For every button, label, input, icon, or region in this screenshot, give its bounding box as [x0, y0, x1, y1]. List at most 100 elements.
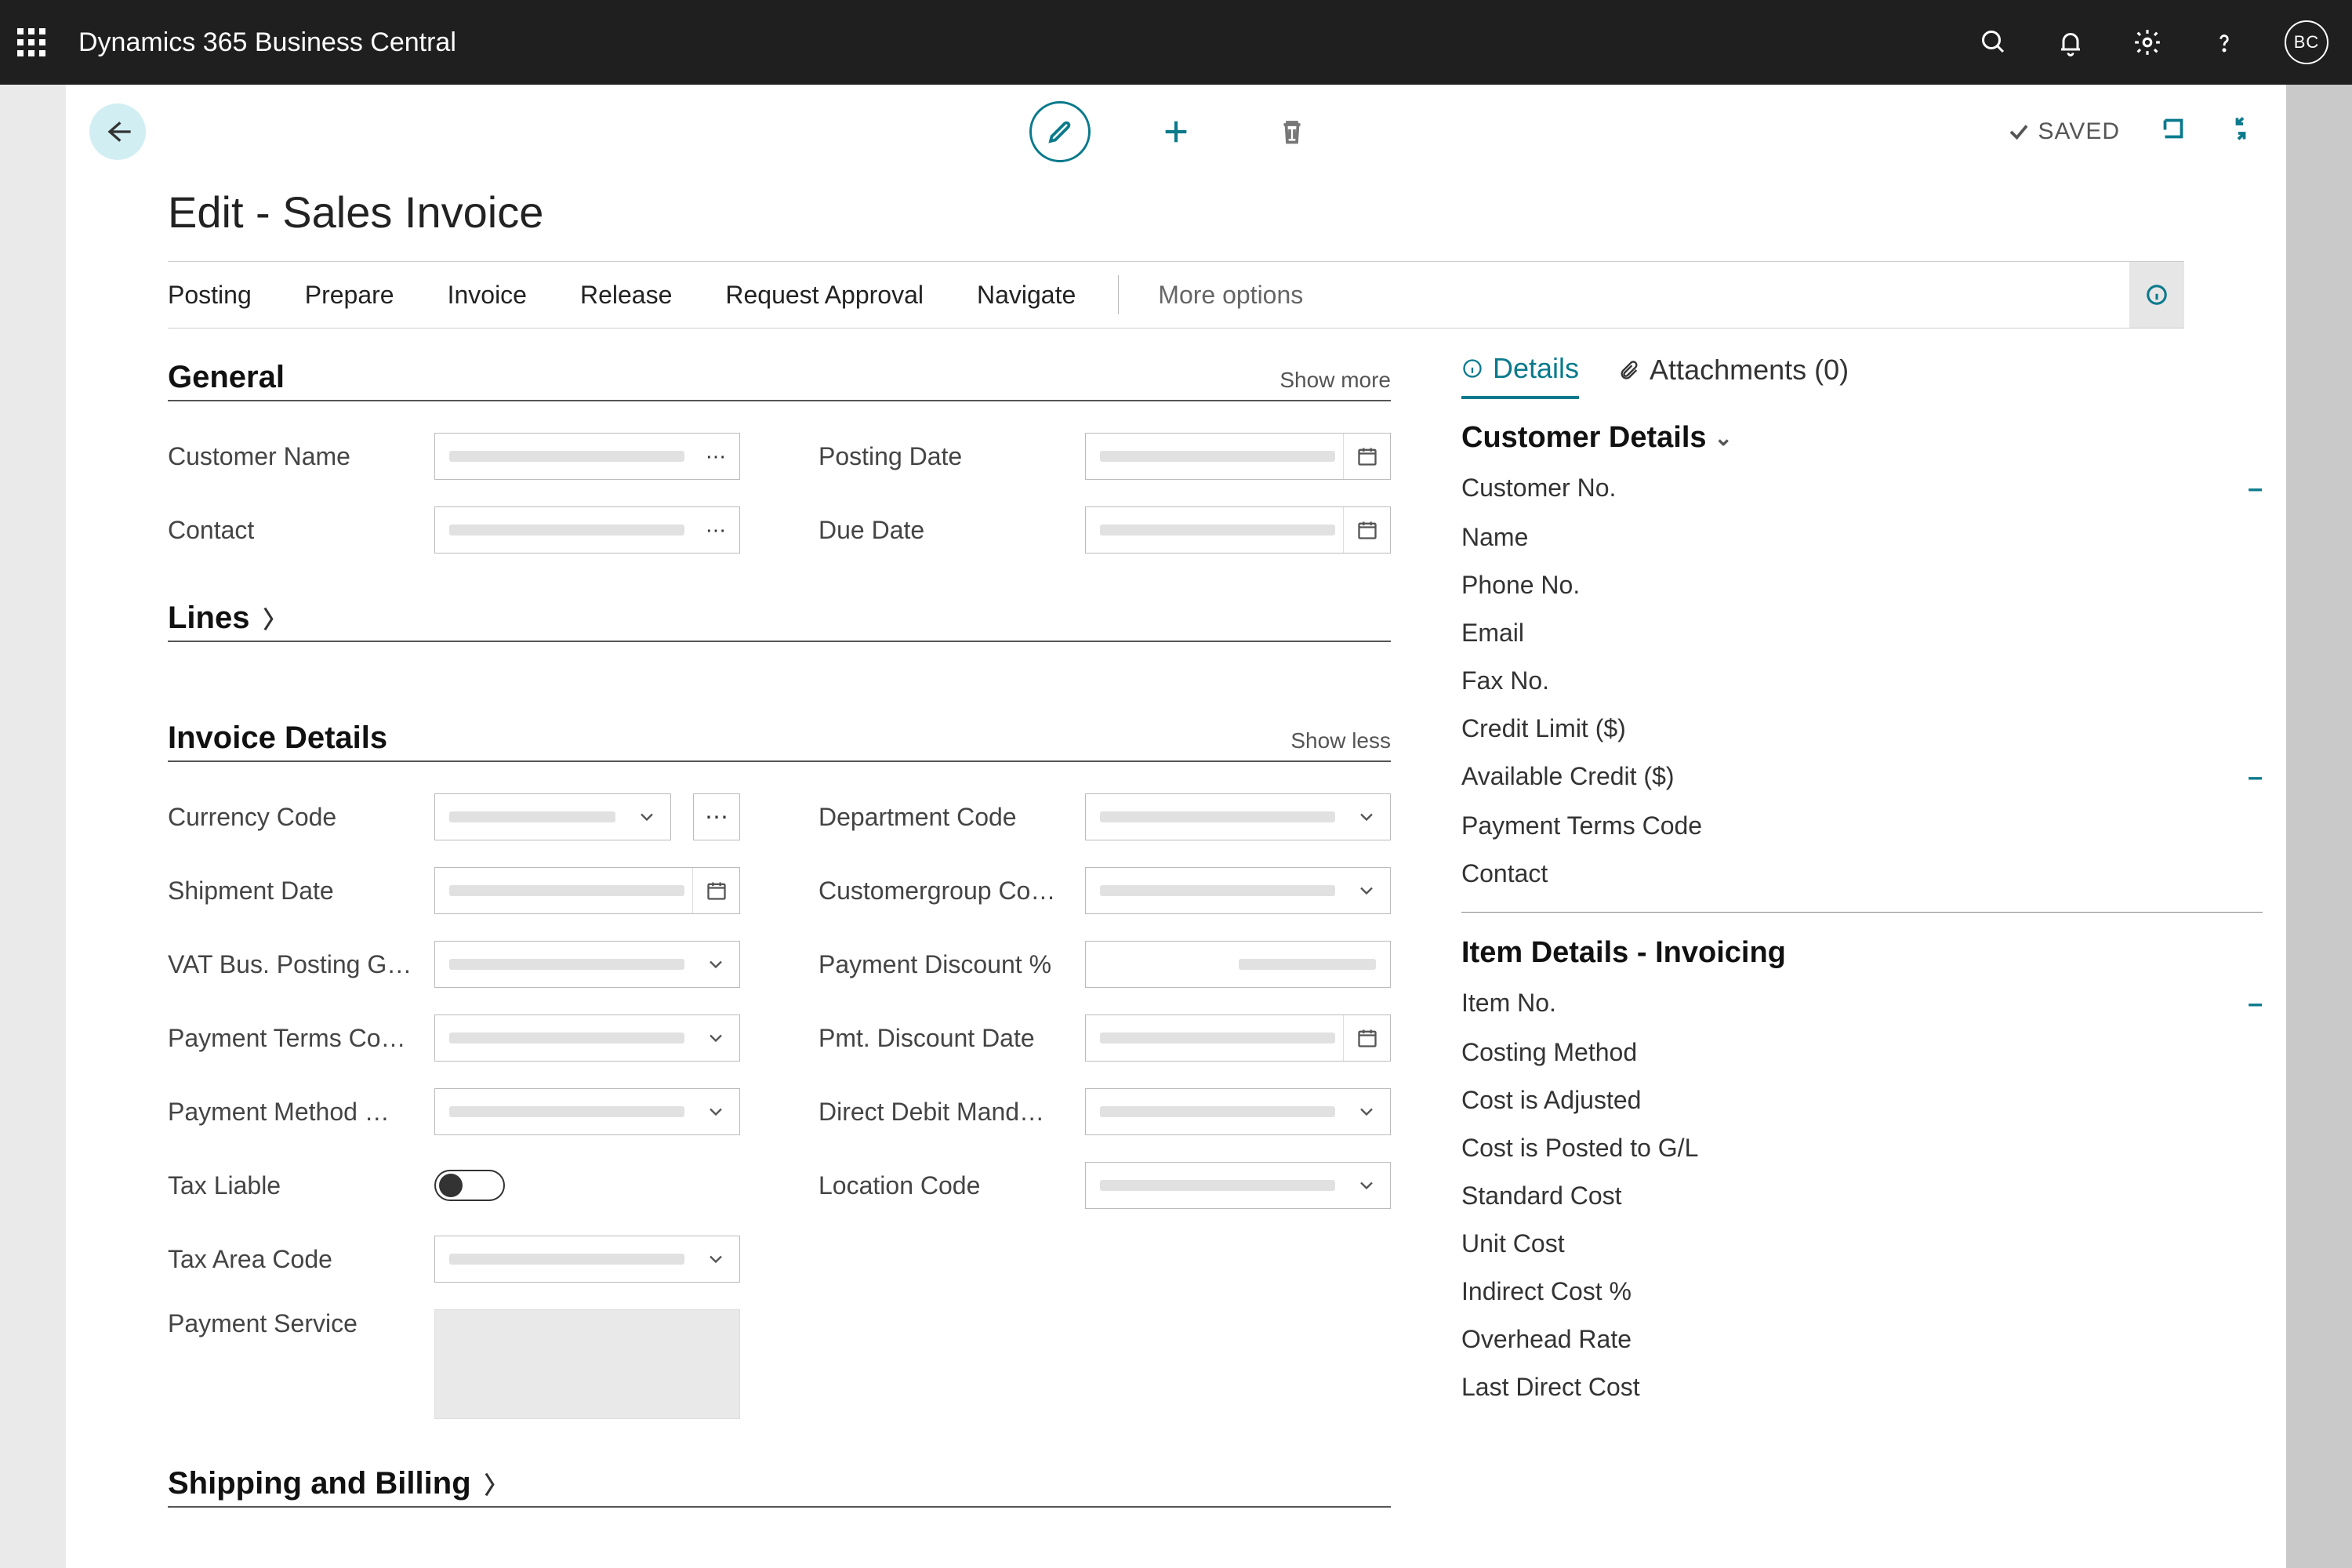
field-payment-terms-co: Payment Terms Co… — [168, 1014, 740, 1062]
new-button[interactable] — [1145, 101, 1207, 162]
bell-icon[interactable] — [2054, 26, 2087, 59]
popout-icon[interactable] — [2159, 114, 2187, 149]
page-toolbar: SAVED — [66, 85, 2286, 179]
page-card: SAVED Edit - Sales Invoice Posting Prepa… — [66, 85, 2286, 1568]
edit-button[interactable] — [1029, 101, 1091, 162]
payment-discount-input[interactable] — [1085, 941, 1391, 988]
tab-prepare[interactable]: Prepare — [278, 262, 421, 328]
chevron-down-icon[interactable] — [623, 794, 670, 840]
saved-indicator: SAVED — [2007, 118, 2120, 145]
back-button[interactable] — [89, 103, 146, 160]
app-launcher-icon[interactable] — [8, 19, 55, 66]
fact-row: Cost is Posted to G/L — [1461, 1134, 2263, 1163]
chevron-right-icon: 〉 — [263, 608, 287, 633]
field-tax-area-code: Tax Area Code — [168, 1236, 740, 1283]
item-details-header[interactable]: Item Details - Invoicing — [1461, 936, 2263, 970]
field-posting-date: Posting Date — [818, 433, 1391, 480]
help-icon[interactable] — [2208, 26, 2241, 59]
fact-label: Standard Cost — [1461, 1181, 1622, 1210]
shipment-date-input[interactable] — [434, 867, 740, 914]
factbox-tab-details[interactable]: Details — [1461, 352, 1579, 399]
fact-row: Cost is Adjusted — [1461, 1086, 2263, 1115]
calendar-icon[interactable] — [692, 868, 739, 913]
dots-icon[interactable]: ⋯ — [692, 434, 739, 479]
action-menu: Posting Prepare Invoice Release Request … — [168, 261, 2184, 328]
fact-value[interactable]: – — [2248, 989, 2263, 1019]
fact-row: Fax No. — [1461, 666, 2263, 695]
calendar-icon[interactable] — [1343, 1015, 1390, 1061]
page-title: Edit - Sales Invoice — [66, 179, 2286, 261]
fact-label: Cost is Posted to G/L — [1461, 1134, 1698, 1163]
chevron-down-icon[interactable] — [1343, 794, 1390, 840]
direct-debit-mand-input[interactable] — [1085, 1088, 1391, 1135]
chevron-down-icon[interactable] — [692, 1236, 739, 1282]
factbox-toggle-icon[interactable] — [2129, 262, 2184, 328]
tab-request-approval[interactable]: Request Approval — [699, 262, 950, 328]
chevron-down-icon[interactable] — [692, 1015, 739, 1061]
fact-row: Overhead Rate — [1461, 1325, 2263, 1354]
currency-code-input[interactable] — [434, 793, 671, 840]
search-icon[interactable] — [1977, 26, 2010, 59]
chevron-down-icon[interactable] — [1343, 1163, 1390, 1208]
chevron-down-icon: ⌄ — [1715, 425, 1733, 451]
fact-value[interactable]: – — [2248, 474, 2263, 504]
payment-terms-co-input[interactable] — [434, 1014, 740, 1062]
field-vat-bus-posting-g: VAT Bus. Posting G… — [168, 941, 740, 988]
contact-input[interactable]: ⋯ — [434, 506, 740, 554]
left-gutter — [0, 85, 66, 1568]
tax-liable-toggle[interactable] — [434, 1170, 505, 1201]
location-code-input[interactable] — [1085, 1162, 1391, 1209]
chevron-down-icon[interactable] — [1343, 1089, 1390, 1134]
chevron-down-icon[interactable] — [692, 1089, 739, 1134]
calendar-icon[interactable] — [1343, 434, 1390, 479]
calendar-icon[interactable] — [1343, 507, 1390, 553]
payment-service-box[interactable] — [434, 1309, 740, 1419]
tax-area-code-input[interactable] — [434, 1236, 740, 1283]
section-general-title: General — [168, 360, 285, 395]
fact-label: Costing Method — [1461, 1038, 1637, 1067]
tab-release[interactable]: Release — [554, 262, 699, 328]
fact-row: Credit Limit ($) — [1461, 714, 2263, 743]
invoice-details-show-less[interactable]: Show less — [1290, 728, 1391, 753]
field-due-date: Due Date — [818, 506, 1391, 554]
fact-row: Unit Cost — [1461, 1229, 2263, 1258]
tab-invoice[interactable]: Invoice — [421, 262, 554, 328]
section-general-header[interactable]: General Show more — [168, 360, 1391, 401]
chevron-down-icon[interactable] — [1343, 868, 1390, 913]
pmt-discount-date-input[interactable] — [1085, 1014, 1391, 1062]
gear-icon[interactable] — [2131, 26, 2164, 59]
section-lines-title: Lines — [168, 601, 249, 635]
collapse-icon[interactable] — [2227, 114, 2255, 149]
customer-name-input[interactable]: ⋯ — [434, 433, 740, 480]
tab-posting[interactable]: Posting — [168, 262, 278, 328]
payment-method-input[interactable] — [434, 1088, 740, 1135]
currency-code-assist-button[interactable]: ⋯ — [693, 793, 740, 840]
vat-bus-posting-g-input[interactable] — [434, 941, 740, 988]
department-code-input[interactable] — [1085, 793, 1391, 840]
fact-label: Available Credit ($) — [1461, 762, 1675, 793]
customergroup-co-input[interactable] — [1085, 867, 1391, 914]
fact-row: Payment Terms Code — [1461, 811, 2263, 840]
due-date-input[interactable] — [1085, 506, 1391, 554]
more-options[interactable]: More options — [1134, 281, 1327, 310]
posting-date-input[interactable] — [1085, 433, 1391, 480]
fact-value[interactable]: – — [2248, 762, 2263, 793]
fact-row: Last Direct Cost — [1461, 1373, 2263, 1402]
section-invoice-details-title: Invoice Details — [168, 720, 387, 756]
section-shipping-billing-title: Shipping and Billing — [168, 1466, 471, 1501]
customer-details-header[interactable]: Customer Details ⌄ — [1461, 421, 2263, 455]
dots-icon[interactable]: ⋯ — [692, 507, 739, 553]
avatar[interactable]: BC — [2285, 20, 2328, 64]
general-show-more[interactable]: Show more — [1279, 368, 1391, 393]
tab-navigate[interactable]: Navigate — [950, 262, 1102, 328]
delete-button[interactable] — [1261, 101, 1323, 162]
section-invoice-details-header[interactable]: Invoice Details Show less — [168, 720, 1391, 762]
brand-title: Dynamics 365 Business Central — [78, 27, 456, 58]
chevron-down-icon[interactable] — [692, 942, 739, 987]
factbox-tab-attachments[interactable]: Attachments (0) — [1618, 354, 1849, 397]
section-shipping-billing-header[interactable]: Shipping and Billing 〉 — [168, 1466, 1391, 1508]
fact-row: Costing Method — [1461, 1038, 2263, 1067]
section-lines-header[interactable]: Lines 〉 — [168, 601, 1391, 642]
fact-label: Unit Cost — [1461, 1229, 1565, 1258]
main-form: General Show more Customer Name ⋯ Po — [168, 336, 1414, 1568]
